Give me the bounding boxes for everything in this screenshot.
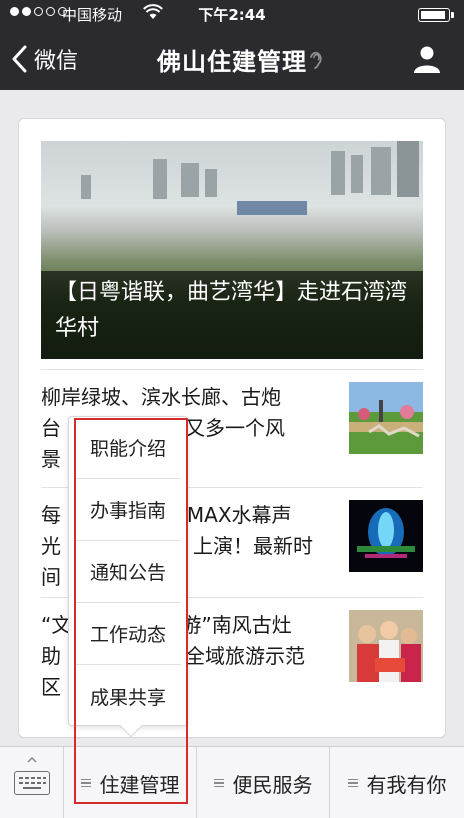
hero-caption: 【日粤谐联，曲艺湾华】走进石湾湾华村 (55, 280, 408, 341)
menu-icon (213, 777, 224, 790)
ear-icon (310, 51, 322, 69)
article-thumbnail (349, 500, 423, 572)
article-thumbnail (349, 382, 423, 454)
article-thumbnail (349, 610, 423, 682)
clock: 下午2:44 (198, 6, 266, 24)
navigation-bar: 微信 佛山住建管理 (0, 28, 464, 90)
hero-article[interactable]: 【日粤谐联，曲艺湾华】走进石湾湾华村 (41, 141, 423, 359)
menu-tab-housing-management[interactable]: 住建管理 (64, 747, 197, 818)
menu-tab-you-and-me[interactable]: 有我有你 (330, 747, 464, 818)
chevron-left-icon (12, 45, 27, 73)
back-button[interactable]: 微信 (10, 42, 78, 76)
bottom-menu-bar: 住建管理 便民服务 有我有你 (0, 746, 464, 818)
chevron-up-icon (27, 757, 37, 763)
keyboard-icon (14, 771, 50, 795)
battery-icon (418, 8, 454, 22)
submenu-item-functions[interactable]: 职能介绍 (75, 417, 181, 479)
status-bar: 中国移动 下午2:44 (0, 0, 464, 28)
menu-icon (347, 777, 358, 790)
submenu-item-notices[interactable]: 通知公告 (75, 541, 181, 603)
back-label: 微信 (34, 49, 79, 74)
submenu-popup: 职能介绍 办事指南 通知公告 工作动态 成果共享 (68, 416, 188, 738)
keyboard-toggle-button[interactable] (0, 747, 64, 818)
submenu-item-guide[interactable]: 办事指南 (75, 479, 181, 541)
menu-tab-public-services[interactable]: 便民服务 (197, 747, 330, 818)
submenu-item-news[interactable]: 工作动态 (75, 603, 181, 665)
menu-icon (80, 777, 91, 790)
person-icon[interactable] (412, 44, 442, 74)
